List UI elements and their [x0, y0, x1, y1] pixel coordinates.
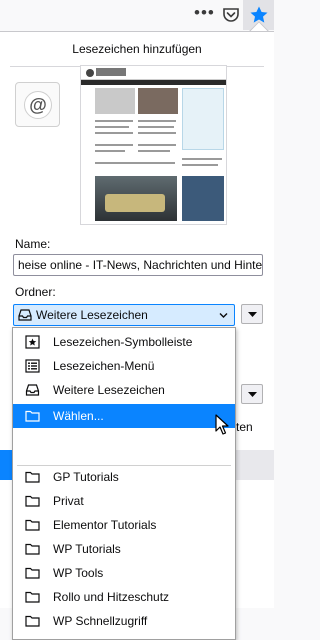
panel-title: Lesezeichen hinzufügen: [72, 42, 202, 56]
folder-select[interactable]: Weitere Lesezeichen: [13, 304, 235, 326]
menu-item-folder[interactable]: Elementor Tutorials: [13, 513, 235, 537]
menu-item-other-bookmarks[interactable]: Weitere Lesezeichen: [13, 378, 235, 402]
page-preview-thumbnail: [80, 65, 227, 225]
menu-item-bookmarks-toolbar[interactable]: Lesezeichen-Symbolleiste: [13, 330, 235, 354]
folder-icon: [25, 567, 40, 579]
folder-icon: [25, 543, 40, 555]
menu-item-folder[interactable]: Rollo und Hitzeschutz: [13, 585, 235, 609]
heise-logo-icon: @: [24, 91, 52, 119]
chevron-down-icon: [248, 312, 257, 317]
menu-item-bookmarks-menu[interactable]: Lesezeichen-Menü: [13, 354, 235, 378]
chevron-down-icon: [248, 392, 257, 397]
folder-icon: [25, 615, 40, 627]
expand-tags-button[interactable]: [241, 384, 263, 404]
menu-item-folder[interactable]: Privat: [13, 489, 235, 513]
partially-hidden-label: ten: [236, 420, 253, 434]
tray-icon: [25, 384, 40, 396]
bookmark-name-input[interactable]: heise online - IT-News, Nachrichten und …: [13, 254, 263, 276]
pocket-icon[interactable]: [222, 6, 240, 24]
folder-icon: [25, 410, 40, 422]
folder-icon: [25, 591, 40, 603]
menu-item-folder[interactable]: WP Schnellzugriff: [13, 609, 235, 633]
ellipsis-icon[interactable]: •••: [194, 4, 215, 21]
name-label: Name:: [15, 237, 51, 251]
tray-icon: [18, 309, 32, 321]
folder-select-value: Weitere Lesezeichen: [36, 308, 148, 322]
expand-folder-tree-button[interactable]: [241, 304, 263, 324]
menu-item-folder[interactable]: GP Tutorials: [13, 465, 235, 489]
menu-icon: [25, 359, 40, 373]
folder-icon: [25, 471, 40, 483]
remove-button-edge[interactable]: [234, 450, 274, 480]
toolbar-icon: [25, 335, 40, 349]
browser-toolbar: •••: [0, 0, 274, 30]
add-bookmark-panel: Lesezeichen hinzufügen @ Name: heise onl…: [0, 31, 274, 640]
menu-item-choose[interactable]: Wählen...: [13, 404, 235, 428]
folder-label: Ordner:: [15, 285, 56, 299]
folder-icon: [25, 495, 40, 507]
menu-item-folder[interactable]: WP Tutorials: [13, 537, 235, 561]
site-favicon: @: [15, 82, 60, 127]
mouse-cursor-icon: [215, 414, 229, 435]
menu-item-folder[interactable]: WP Tools: [13, 561, 235, 585]
chevron-down-icon: [219, 313, 228, 318]
folder-icon: [25, 519, 40, 531]
folder-dropdown-menu: Lesezeichen-Symbolleiste Lesezeichen-Men…: [12, 327, 236, 640]
